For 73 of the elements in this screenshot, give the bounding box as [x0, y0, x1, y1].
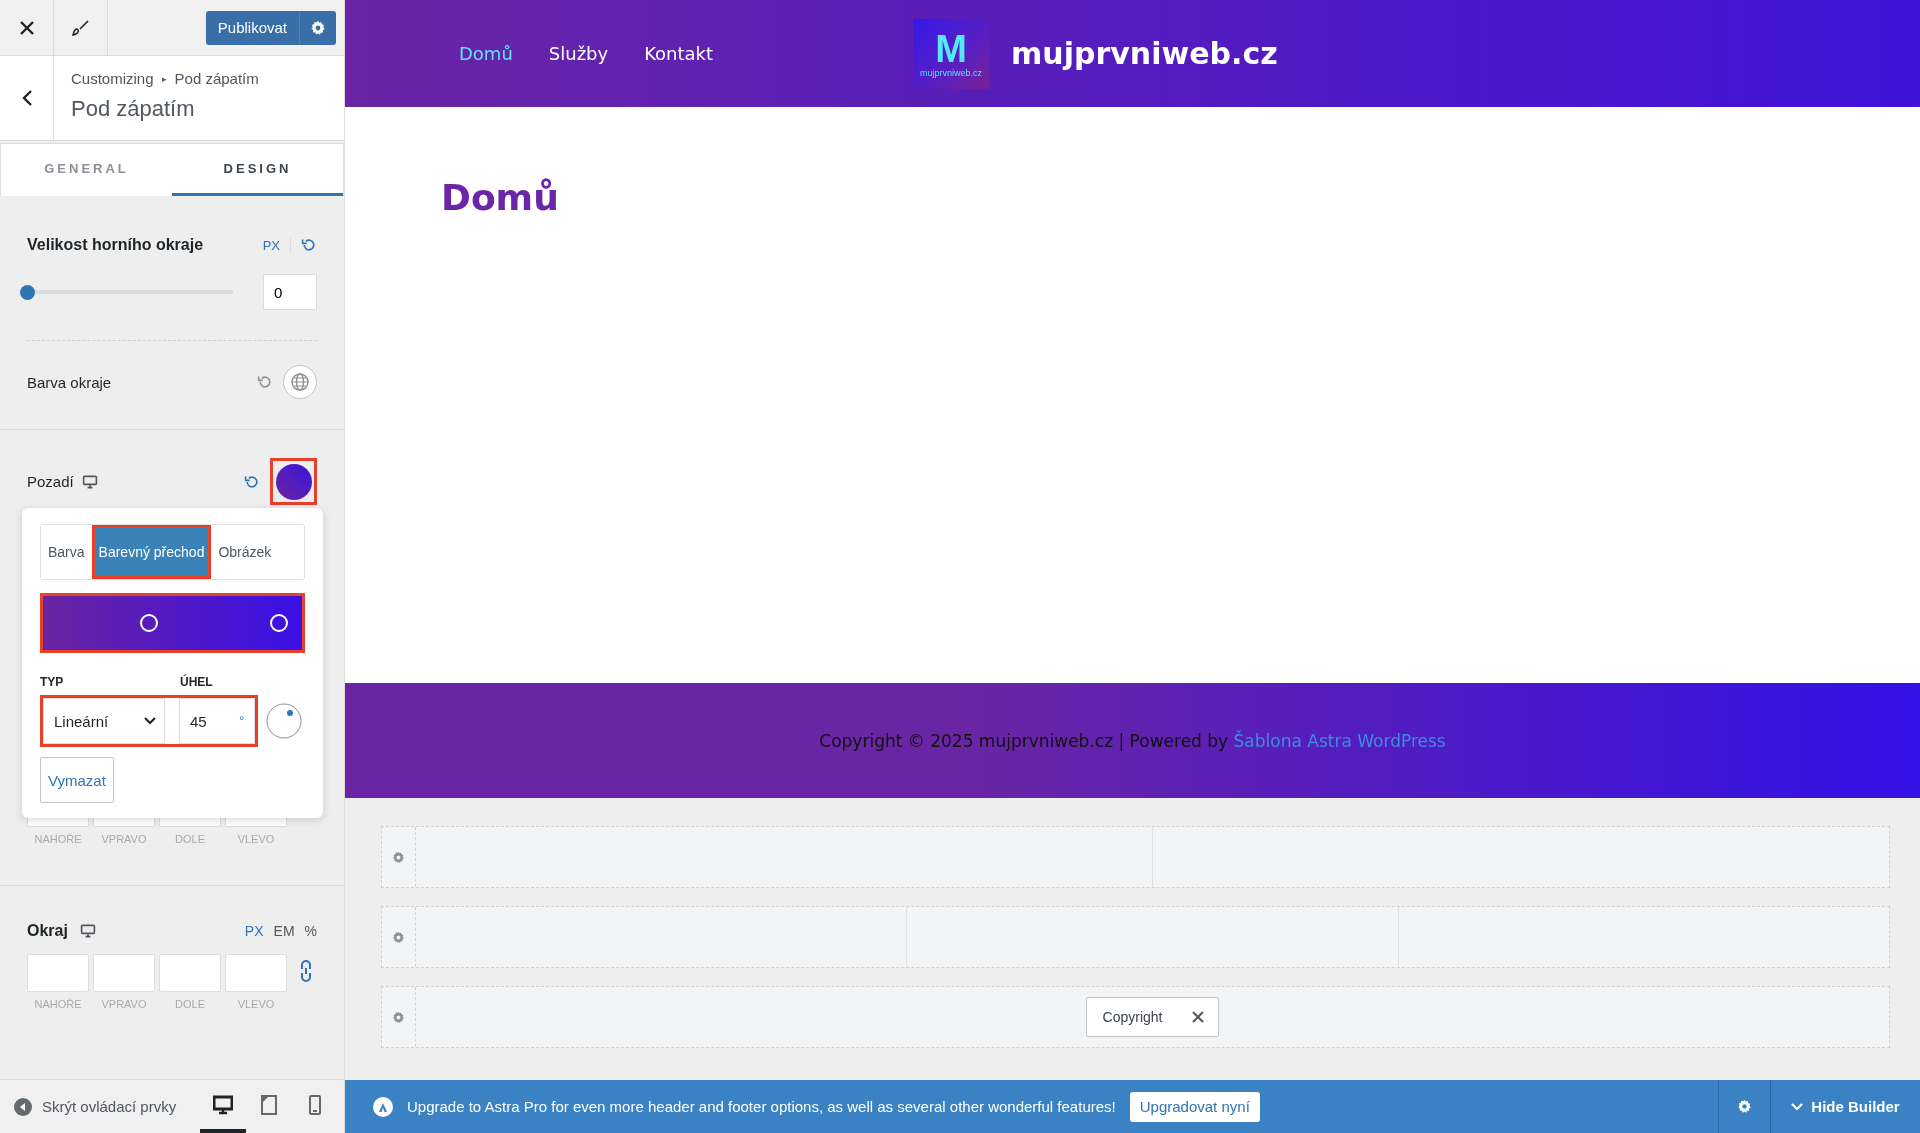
field-label: VLEVO [237, 833, 275, 845]
panel-title: Pod zápatím [71, 96, 196, 122]
upgrade-message: Upgrade to Astra Pro for even more header and footer options, as well as several other wonderful features! [407, 1098, 1116, 1115]
nav-link[interactable]: Domů [459, 43, 513, 64]
site-title[interactable]: mujprvniweb.cz [1011, 36, 1278, 71]
field-label: VLEVO [237, 998, 275, 1010]
builder-element[interactable]: Copyright [1085, 997, 1220, 1037]
page-title: Domů [441, 177, 560, 218]
gear-icon [310, 19, 326, 36]
chevron-down-icon [1791, 1102, 1804, 1111]
breadcrumb-item: Customizing [71, 70, 154, 87]
clear-button[interactable]: Vymazat [40, 757, 114, 803]
input-field[interactable] [159, 954, 221, 992]
field-label: DOLE [175, 998, 205, 1010]
nav-link[interactable]: Služby [548, 43, 609, 64]
hide-controls-button[interactable]: Skrýt ovládací prvky [14, 1097, 177, 1116]
reset-icon[interactable] [301, 237, 317, 253]
color-swatch-button[interactable] [270, 458, 317, 505]
field-label: TYP [40, 675, 65, 689]
reset-icon[interactable] [244, 473, 260, 490]
unit-toggle[interactable]: PX [244, 923, 264, 939]
tablet-icon [259, 1094, 279, 1115]
field-label: NAHOŘE [34, 833, 82, 845]
close-icon [18, 19, 35, 36]
copyright-text: Copyright © 2025 mujprvniweb.cz | Powered by Šablona Astra WordPress [819, 730, 1446, 751]
reset-icon[interactable] [257, 374, 273, 390]
astra-logo-icon [373, 1096, 393, 1117]
unit-toggle[interactable]: EM [273, 923, 295, 939]
input-field[interactable] [93, 954, 155, 992]
gear-icon [392, 930, 405, 944]
field-label: DOLE [175, 833, 205, 845]
setting-label: Barva okraje [27, 373, 112, 391]
link-icon[interactable] [299, 960, 313, 982]
desktop-icon [213, 1094, 233, 1115]
site-logo[interactable]: M mujprvniweb.cz [913, 18, 990, 89]
upgrade-button[interactable]: Upgradovat nyní [1129, 1091, 1260, 1122]
gradient-swatch [275, 463, 312, 500]
slider-thumb[interactable] [20, 284, 35, 300]
gear-icon [392, 850, 405, 864]
gear-icon [392, 1010, 405, 1024]
globe-icon [290, 372, 310, 392]
mode-tab[interactable]: Barevný přechod [91, 525, 212, 579]
field-label: VPRAVO [101, 833, 147, 845]
field-label: ÚHEL [180, 675, 213, 689]
color-picker-button[interactable] [283, 365, 317, 399]
setting-label: Pozadí [27, 473, 74, 490]
field-label: VPRAVO [101, 998, 147, 1010]
gear-icon [1737, 1099, 1752, 1114]
number-field[interactable]: 0 [263, 274, 317, 310]
close-icon[interactable] [1192, 1011, 1205, 1023]
brush-icon [71, 18, 90, 37]
type-dropdown[interactable]: Lineární [43, 698, 165, 744]
collapse-icon [14, 1097, 32, 1116]
monitor-icon [79, 923, 96, 939]
angle-dial[interactable] [266, 703, 302, 739]
monitor-icon [81, 473, 98, 490]
chevron-left-icon [20, 89, 33, 107]
hide-builder-button[interactable]: Hide Builder [1770, 1080, 1920, 1133]
setting-label: Okraj [27, 922, 68, 940]
breadcrumb-separator: ▸ [161, 73, 167, 84]
input-field[interactable] [225, 954, 287, 992]
gradient-stop-handle[interactable] [269, 614, 288, 632]
input-field[interactable] [27, 954, 89, 992]
publish-button[interactable]: Publikovat [205, 10, 336, 45]
setting-label: Velikost horního okraje [27, 236, 204, 254]
nav-link[interactable]: Kontakt [644, 43, 714, 64]
unit-toggle[interactable]: PX [262, 237, 291, 253]
field-label: NAHOŘE [34, 998, 82, 1010]
chevron-down-icon [144, 717, 156, 725]
unit-toggle[interactable]: % [304, 923, 317, 939]
angle-field[interactable]: 45 ° [179, 698, 255, 744]
gradient-stop-handle[interactable] [140, 614, 159, 632]
breadcrumb-item: Pod zápatím [174, 70, 259, 87]
